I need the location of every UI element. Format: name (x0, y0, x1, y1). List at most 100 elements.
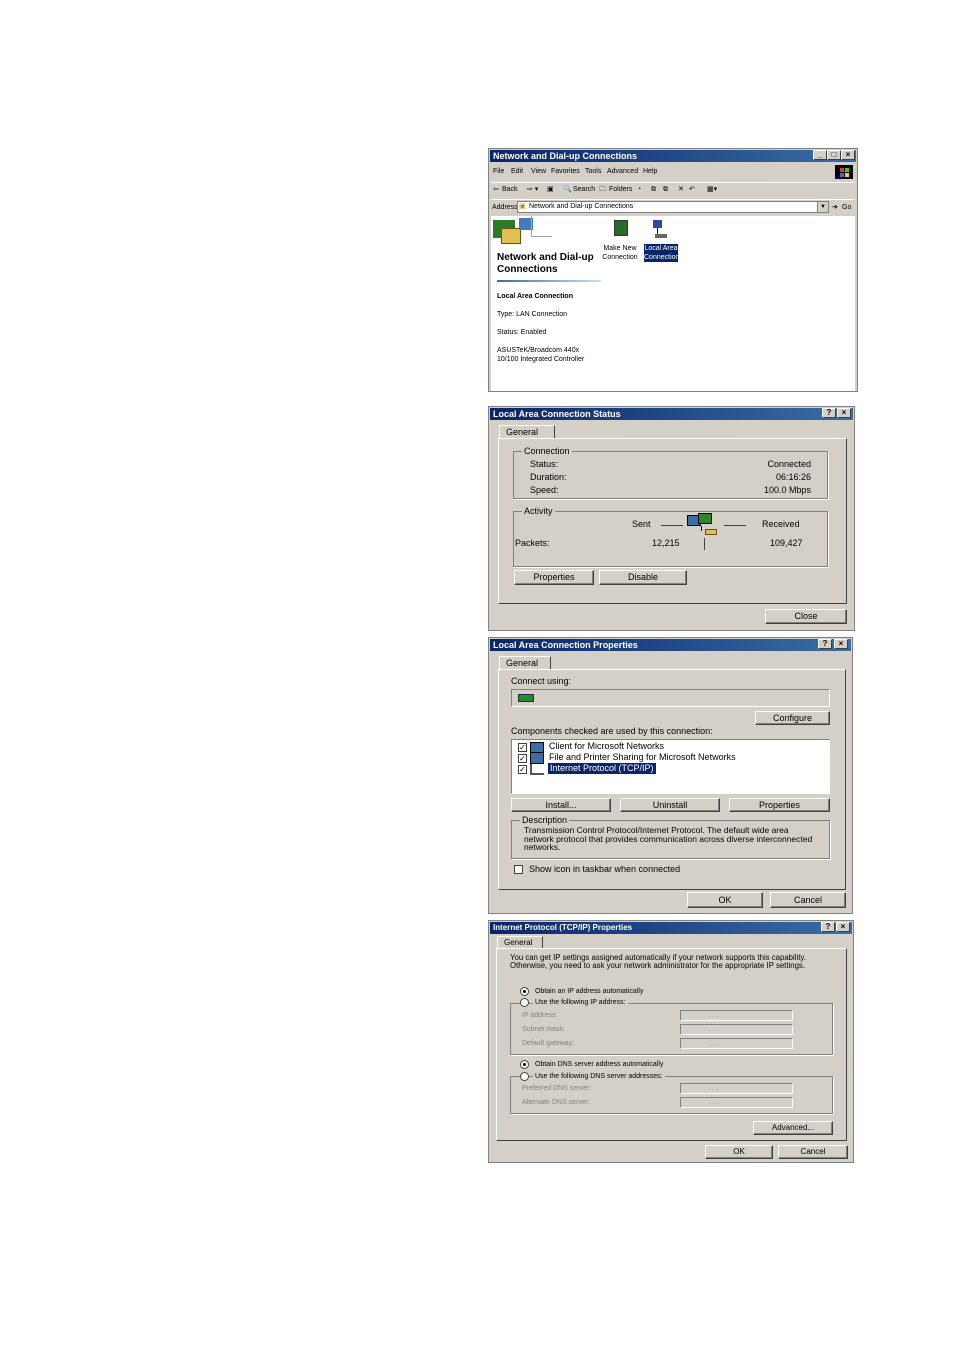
move-to-icon[interactable]: ⧉ (651, 185, 656, 194)
connection-properties-dialog: Local Area Connection Properties ? × Gen… (488, 637, 853, 914)
uninstall-button[interactable]: Uninstall (620, 798, 720, 812)
details-name: Local Area Connection (497, 293, 573, 300)
speed-label: Speed: (530, 485, 559, 495)
advanced-button[interactable]: Advanced... (753, 1121, 833, 1135)
use-dns-radio[interactable] (520, 1072, 529, 1081)
use-ip-label[interactable]: Use the following IP address: (533, 998, 628, 1007)
close-dialog-button[interactable]: Close (765, 609, 847, 624)
back-button[interactable]: Back (502, 185, 518, 194)
ok-button[interactable]: OK (687, 892, 763, 908)
use-dns-label[interactable]: Use the following DNS server addresses: (533, 1072, 665, 1081)
disable-button[interactable]: Disable (599, 570, 687, 585)
component-checkbox[interactable]: ✓ (518, 743, 527, 752)
help-button[interactable]: ? (821, 922, 835, 932)
menu-help[interactable]: Help (643, 167, 657, 176)
folder-heading: Network and Dial-up Connections (497, 252, 594, 275)
menu-advanced[interactable]: Advanced (607, 167, 638, 176)
received-label: Received (762, 519, 800, 529)
tab-general[interactable]: General (499, 425, 555, 439)
windows-logo-icon (835, 165, 853, 179)
static-dns-group (510, 1076, 833, 1114)
dialog-title: Local Area Connection Properties (490, 639, 851, 651)
obtain-dns-radio[interactable] (520, 1060, 529, 1069)
protocol-icon (530, 764, 544, 775)
make-new-connection-item[interactable]: Make New Connection (601, 218, 639, 268)
menu-favorites[interactable]: Favorites (551, 167, 580, 176)
views-icon[interactable]: ▦▾ (707, 185, 717, 194)
cancel-button[interactable]: Cancel (778, 1145, 848, 1159)
show-icon-label[interactable]: Show icon in taskbar when connected (529, 864, 680, 875)
close-button[interactable]: × (836, 922, 850, 932)
tab-general[interactable]: General (499, 656, 551, 670)
address-bar: Address ▣ Network and Dial-up Connection… (491, 199, 855, 215)
folders-icon[interactable]: 🗀 (599, 185, 606, 194)
alternate-dns-field: . . . (680, 1097, 793, 1108)
component-checkbox[interactable]: ✓ (518, 754, 527, 763)
sent-line (661, 525, 683, 526)
address-value: Network and Dial-up Connections (529, 203, 634, 210)
default-gateway-label: Default gateway: (522, 1040, 575, 1047)
copy-to-icon[interactable]: ⧉ (663, 185, 668, 194)
install-button[interactable]: Install... (511, 798, 611, 812)
menu-view[interactable]: View (531, 167, 546, 176)
show-icon-checkbox[interactable] (514, 865, 523, 874)
history-icon[interactable]: ◔ (637, 185, 641, 194)
close-button[interactable]: × (837, 408, 851, 418)
undo-icon[interactable]: ↶ (689, 185, 695, 194)
folder-content: Network and Dial-up Connections Local Ar… (491, 216, 855, 391)
local-area-connection-item[interactable]: Local Area Connection (644, 218, 680, 268)
make-new-connection-label: Make New Connection (602, 245, 638, 261)
ok-button[interactable]: OK (705, 1145, 773, 1159)
subnet-mask-field: . . . (680, 1024, 793, 1035)
alternate-dns-dots: . . . (709, 1099, 719, 1106)
menu-file[interactable]: File (493, 167, 504, 176)
obtain-ip-label[interactable]: Obtain an IP address automatically (535, 987, 643, 996)
preferred-dns-label: Preferred DNS server: (522, 1085, 592, 1092)
obtain-ip-radio[interactable] (520, 987, 529, 996)
close-button[interactable]: × (834, 639, 848, 649)
help-button[interactable]: ? (818, 639, 832, 649)
adapter-field (511, 689, 830, 707)
configure-button[interactable]: Configure (755, 711, 830, 725)
packets-received-value: 109,427 (770, 538, 803, 548)
properties-button[interactable]: Properties (729, 798, 830, 812)
preferred-dns-dots: . . . (709, 1085, 719, 1092)
maximize-button[interactable]: □ (827, 150, 841, 160)
go-arrow-icon[interactable]: ➜ (832, 203, 838, 212)
close-button[interactable]: × (841, 150, 855, 160)
component-checkbox[interactable]: ✓ (518, 765, 527, 774)
delete-icon[interactable]: ✕ (678, 185, 684, 194)
default-gateway-dots: . . . (709, 1040, 719, 1047)
properties-button[interactable]: Properties (514, 570, 594, 585)
up-folder-icon[interactable]: ▣ (547, 185, 554, 194)
component-item[interactable]: File and Printer Sharing for Microsoft N… (549, 752, 736, 763)
component-item[interactable]: Client for Microsoft Networks (549, 741, 664, 752)
default-gateway-field: . . . (680, 1038, 793, 1049)
connection-status-dialog: Local Area Connection Status ? × General… (488, 406, 855, 631)
received-line (724, 525, 746, 526)
folder-icon: ▣ (519, 203, 526, 210)
details-status: Status: Enabled (497, 329, 547, 336)
back-arrow-icon[interactable]: ⇦ (493, 185, 499, 194)
intro-text: You can get IP settings assigned automat… (510, 953, 806, 970)
search-button[interactable]: Search (573, 185, 595, 194)
go-button[interactable]: Go (842, 203, 851, 212)
component-item-selected[interactable]: Internet Protocol (TCP/IP) (547, 762, 657, 775)
menu-edit[interactable]: Edit (511, 167, 523, 176)
minimize-button[interactable]: _ (813, 150, 827, 160)
address-dropdown-button[interactable]: ▼ (817, 202, 828, 212)
obtain-dns-label[interactable]: Obtain DNS server address automatically (535, 1060, 663, 1069)
help-button[interactable]: ? (822, 408, 836, 418)
dialog-title: Local Area Connection Status (490, 408, 853, 420)
local-area-connection-label: Local Area Connection (644, 244, 680, 262)
make-new-connection-icon (614, 220, 628, 236)
components-list: ✓ Client for Microsoft Networks ✓ File a… (511, 739, 830, 794)
toolbar: ⇦ Back ⇨ ▾ ▣ 🔍 Search 🗀 Folders ◔ ⧉ ⧉ ✕ … (491, 182, 855, 197)
menu-tools[interactable]: Tools (585, 167, 601, 176)
use-ip-radio[interactable] (520, 998, 529, 1007)
forward-arrow-icon[interactable]: ⇨ ▾ (527, 185, 538, 194)
address-input[interactable]: ▣ Network and Dial-up Connections ▼ (517, 201, 829, 213)
search-icon[interactable]: 🔍 (563, 185, 572, 194)
folders-button[interactable]: Folders (609, 185, 632, 194)
cancel-button[interactable]: Cancel (770, 892, 846, 908)
